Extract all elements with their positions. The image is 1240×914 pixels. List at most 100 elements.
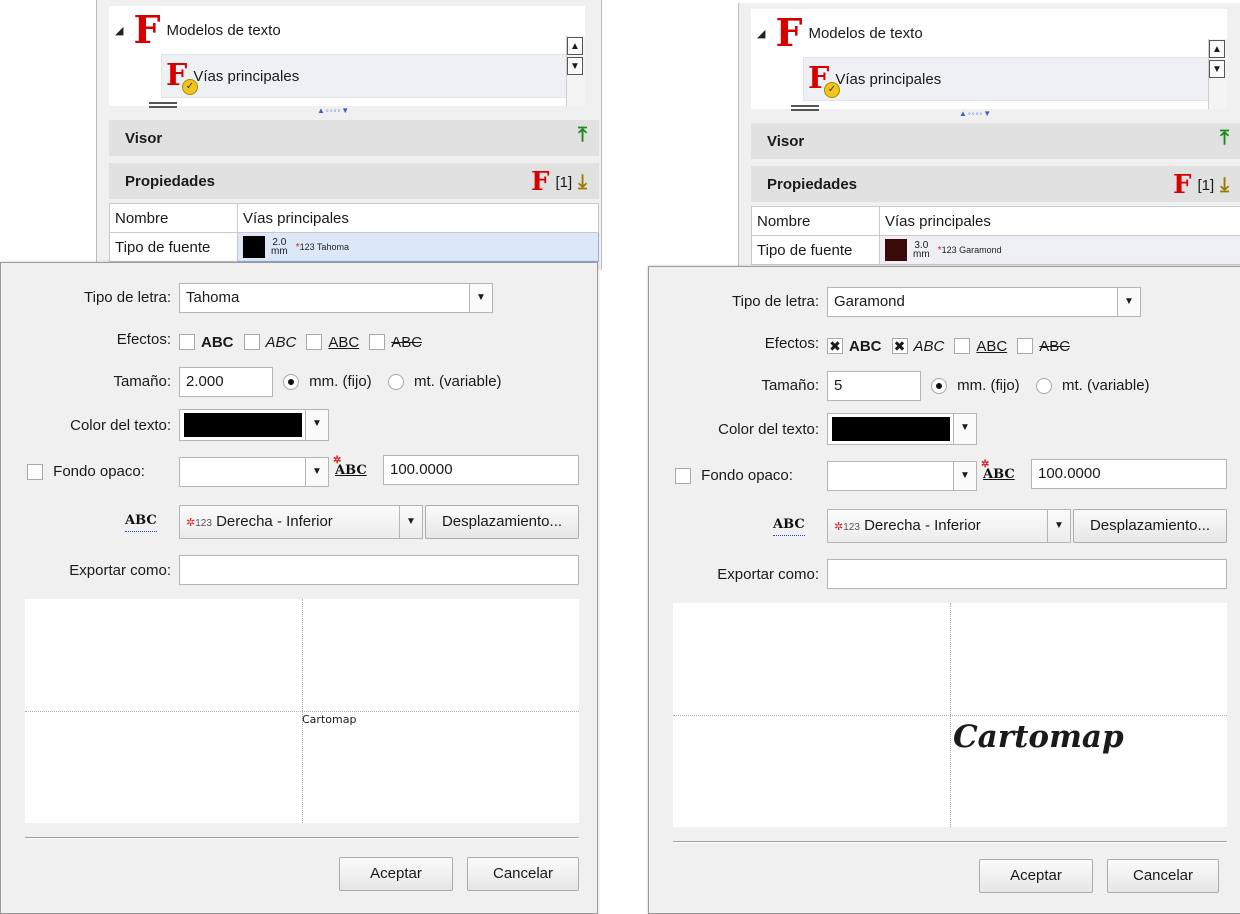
selection-count: [1] [555, 174, 572, 191]
resize-handle-icon[interactable] [791, 105, 819, 111]
chevron-down-icon[interactable]: ▼ [469, 284, 492, 312]
export-label: Exportar como: [649, 560, 819, 590]
halo-input[interactable]: 100.0000 [1031, 459, 1227, 489]
underline-checkbox[interactable] [954, 338, 970, 354]
scroll-up-icon[interactable]: ▲ [1209, 40, 1225, 58]
prop-key: Nombre [752, 207, 880, 236]
tree-item-vias[interactable]: F✓ Vías principales [803, 57, 1215, 101]
prop-value[interactable]: Vías principales [238, 204, 599, 233]
font-label: Tipo de letra: [649, 287, 819, 317]
scroll-down-icon[interactable]: ▼ [1209, 60, 1225, 78]
chevron-down-icon[interactable]: ▼ [1117, 288, 1140, 316]
resize-handle-icon[interactable] [149, 102, 177, 108]
tree-item-modelos[interactable]: ◢ F Modelos de texto [115, 16, 281, 44]
unit-fixed-radio[interactable] [931, 378, 947, 394]
color-swatch [184, 413, 302, 437]
color-label: Color del texto: [649, 415, 819, 445]
color-swatch [885, 239, 907, 261]
text-color-picker[interactable]: ▼ [827, 413, 977, 445]
chevron-down-icon[interactable]: ▼ [399, 506, 422, 538]
layer-tree: ◢ F Modelos de texto F✓ Vías principales… [751, 9, 1227, 109]
font-select[interactable]: Tahoma ▼ [179, 283, 493, 313]
splitter-handle-icon[interactable]: ▲◦◦◦◦▼ [959, 109, 992, 118]
preview-area: Cartomap [673, 603, 1227, 827]
export-input[interactable] [827, 559, 1227, 589]
italic-checkbox[interactable]: ✖ [892, 338, 908, 354]
prop-value-font[interactable]: 3.0mm * 123 Garamond [880, 236, 1240, 265]
tree-item-modelos[interactable]: ◢ F Modelos de texto [757, 19, 923, 47]
chevron-down-icon[interactable]: ▼ [305, 410, 328, 440]
unit-variable-radio[interactable] [388, 374, 404, 390]
section-propiedades[interactable]: Propiedades F [1] ⤓ [109, 163, 599, 199]
section-propiedades[interactable]: Propiedades F [1] ⤓ [751, 166, 1240, 202]
chevron-down-icon[interactable]: ▼ [1047, 510, 1070, 542]
size-input[interactable]: 2.000 [179, 367, 273, 397]
prop-value[interactable]: Vías principales [880, 207, 1240, 236]
expand-triangle-icon[interactable]: ◢ [757, 27, 765, 40]
section-propiedades-label: Propiedades [767, 176, 857, 193]
chevron-down-icon[interactable]: ▼ [305, 458, 328, 486]
chevron-down-icon[interactable]: ▼ [953, 414, 976, 444]
accept-button[interactable]: Aceptar [979, 859, 1093, 893]
color-label: Color del texto: [1, 411, 171, 441]
underline-checkbox[interactable] [306, 334, 322, 350]
collapse-up-icon[interactable]: ⤒ [1220, 127, 1229, 150]
prop-value-font[interactable]: 2.0mm * 123 Tahoma [238, 233, 599, 262]
position-select[interactable]: ✲123 Derecha - Inferior ▼ [179, 505, 423, 539]
opaque-bg-checkbox[interactable] [27, 464, 43, 480]
font-dialog: Tipo de letra: Tahoma ▼ Efectos: ABC ABC… [0, 262, 598, 914]
opaque-bg-label: Fondo opaco: [701, 467, 793, 484]
preview-area: Cartomap [25, 599, 579, 823]
splitter-handle-icon[interactable]: ▲◦◦◦◦▼ [317, 106, 350, 115]
section-visor[interactable]: Visor ⤒ [751, 123, 1240, 159]
offset-button[interactable]: Desplazamiento... [425, 505, 579, 539]
text-color-picker[interactable]: ▼ [179, 409, 329, 441]
offset-button[interactable]: Desplazamiento... [1073, 509, 1227, 543]
cancel-button[interactable]: Cancelar [1107, 859, 1219, 893]
cancel-button[interactable]: Cancelar [467, 857, 579, 891]
opaque-bg-row: Fondo opaco: [675, 461, 793, 491]
scroll-down-icon[interactable]: ▼ [567, 57, 583, 75]
unit-fixed-radio[interactable] [283, 374, 299, 390]
halo-input[interactable]: 100.0000 [383, 455, 579, 485]
preview-hline [25, 711, 579, 712]
expand-triangle-icon[interactable]: ◢ [115, 24, 123, 37]
section-visor-label: Visor [767, 133, 804, 150]
layer-tree: ◢ F Modelos de texto F✓ Vías principales… [109, 6, 585, 106]
tree-item-label: Vías principales [193, 68, 299, 85]
export-input[interactable] [179, 555, 579, 585]
unit-variable-radio[interactable] [1036, 378, 1052, 394]
opaque-bg-checkbox[interactable] [675, 468, 691, 484]
size-input[interactable]: 5 [827, 371, 921, 401]
bg-color-picker[interactable]: ▼ [827, 461, 977, 491]
collapse-up-icon[interactable]: ⤒ [578, 124, 587, 147]
section-visor-label: Visor [125, 130, 162, 147]
tree-item-vias[interactable]: F✓ Vías principales [161, 54, 573, 98]
accept-button[interactable]: Aceptar [339, 857, 453, 891]
chevron-down-icon[interactable]: ▼ [953, 462, 976, 490]
strike-checkbox[interactable] [369, 334, 385, 350]
opaque-bg-label: Fondo opaco: [53, 463, 145, 480]
size-indicator: 3.0mm [913, 241, 930, 259]
tree-scrollbar[interactable]: ▲ ▼ [1208, 39, 1227, 109]
effects-row: ✖ABC ✖ABC ABC ABC [827, 331, 1080, 361]
italic-checkbox[interactable] [244, 334, 260, 350]
bold-checkbox[interactable]: ✖ [827, 338, 843, 354]
font-model-icon: F [531, 167, 549, 197]
tree-item-label: Vías principales [835, 71, 941, 88]
section-visor[interactable]: Visor ⤒ [109, 120, 599, 156]
tree-scrollbar[interactable]: ▲ ▼ [566, 36, 585, 106]
anchor-abc-icon: ABC [773, 517, 805, 532]
tree-item-label: Modelos de texto [808, 25, 922, 42]
prop-key: Tipo de fuente [752, 236, 880, 265]
scroll-up-icon[interactable]: ▲ [567, 37, 583, 55]
strike-checkbox[interactable] [1017, 338, 1033, 354]
bg-color-picker[interactable]: ▼ [179, 457, 329, 487]
bold-checkbox[interactable] [179, 334, 195, 350]
font-select[interactable]: Garamond ▼ [827, 287, 1141, 317]
download-icon[interactable]: ⤓ [578, 171, 587, 194]
download-icon[interactable]: ⤓ [1220, 174, 1229, 197]
position-select[interactable]: ✲123 Derecha - Inferior ▼ [827, 509, 1071, 543]
effects-row: ABC ABC ABC ABC [179, 327, 432, 357]
font-active-icon: F✓ [808, 64, 829, 94]
